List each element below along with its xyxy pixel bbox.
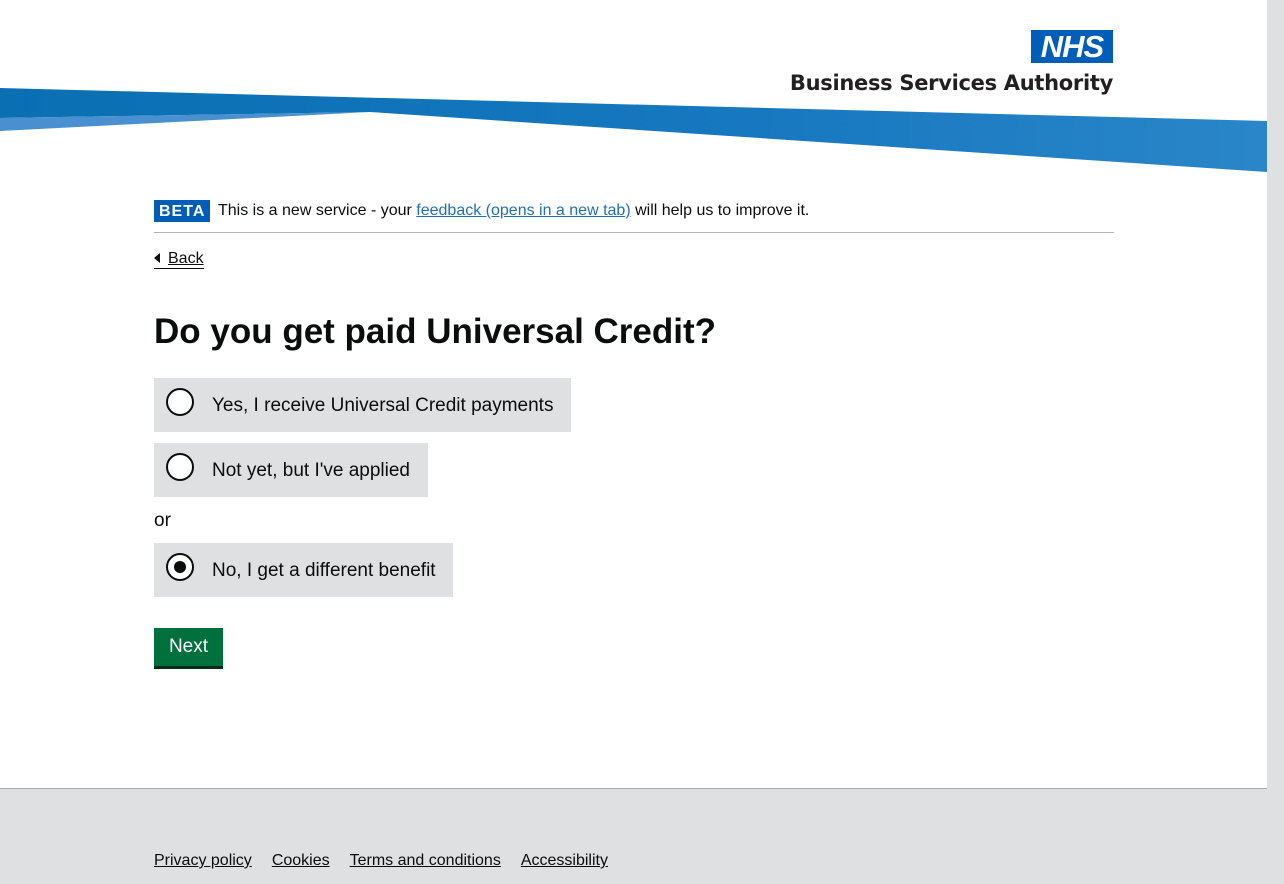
beta-tag: BETA: [154, 200, 211, 222]
terms-link[interactable]: Terms and conditions: [350, 852, 501, 869]
scrollbar[interactable]: [1267, 0, 1284, 884]
next-button[interactable]: Next: [154, 628, 223, 666]
privacy-policy-link[interactable]: Privacy policy: [154, 852, 252, 869]
chevron-left-icon: [154, 253, 160, 263]
back-link[interactable]: Back: [154, 249, 204, 269]
radio-button-selected[interactable]: [166, 553, 194, 581]
cookies-link[interactable]: Cookies: [272, 852, 330, 869]
radio-label[interactable]: Not yet, but I've applied: [212, 460, 410, 482]
accessibility-link[interactable]: Accessibility: [521, 852, 608, 869]
beta-text-after: will help us to improve it.: [630, 202, 810, 219]
back-label: Back: [168, 250, 204, 267]
footer: Privacy policy Cookies Terms and condition…: [0, 788, 1267, 884]
radio-option-applied[interactable]: Not yet, but I've applied: [154, 443, 428, 497]
header: NHS Business Services Authority: [0, 0, 1267, 180]
page: NHS Business Services Authority BETA Thi…: [0, 0, 1267, 884]
org-name: Business Services Authority: [789, 71, 1113, 95]
radio-button[interactable]: [166, 388, 194, 416]
nhs-logo[interactable]: NHS: [1031, 30, 1113, 63]
beta-banner: BETA This is a new service - your feedba…: [154, 200, 1114, 233]
page-title: Do you get paid Universal Credit?: [154, 312, 717, 351]
footer-links: Privacy policy Cookies Terms and condition…: [154, 852, 628, 870]
beta-text: This is a new service - your feedback (o…: [218, 202, 809, 220]
radio-label[interactable]: Yes, I receive Universal Credit payments: [212, 395, 553, 417]
radio-option-different-benefit[interactable]: No, I get a different benefit: [154, 543, 453, 597]
feedback-link[interactable]: feedback (opens in a new tab): [416, 202, 630, 219]
beta-text-before: This is a new service - your: [218, 202, 417, 219]
radio-button[interactable]: [166, 453, 194, 481]
radio-option-yes[interactable]: Yes, I receive Universal Credit payments: [154, 378, 571, 432]
or-divider: or: [154, 510, 171, 531]
radio-label[interactable]: No, I get a different benefit: [212, 560, 436, 582]
